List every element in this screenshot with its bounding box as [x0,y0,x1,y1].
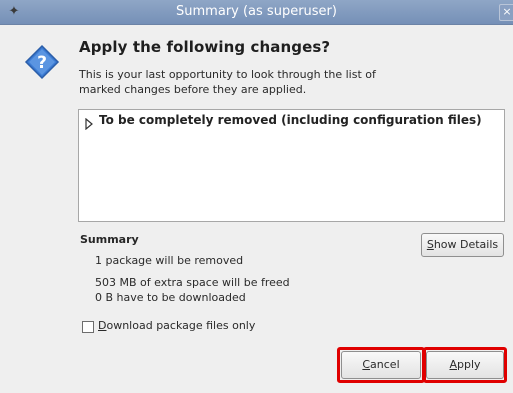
window-title: Summary (as superuser) [176,4,337,19]
summary-line: 1 package will be removed [95,254,244,267]
cancel-highlight-box [337,347,425,383]
download-only-checkbox[interactable] [82,321,94,333]
dialog-headline: Apply the following changes? [79,38,331,56]
close-icon[interactable]: × [499,4,513,21]
summary-line: 0 B have to be downloaded [95,291,246,304]
download-only-label[interactable]: Download package files only [98,319,255,332]
svg-text:?: ? [37,53,47,73]
dialog-description: This is your last opportunity to look th… [79,68,376,96]
apply-highlight-box [423,347,507,383]
summary-line: 503 MB of extra space will be freed [95,276,290,289]
summary-heading: Summary [80,233,139,246]
title-bar[interactable]: ✦ Summary (as superuser) × [0,0,513,25]
expand-arrow-icon[interactable] [84,115,94,131]
question-icon: ? [24,44,60,80]
changes-list[interactable]: To be completely removed (including conf… [78,109,505,222]
removed-packages-group[interactable]: To be completely removed (including conf… [99,113,482,127]
show-details-button[interactable]: Show Details [421,233,504,257]
summary-dialog-window: ✦ Summary (as superuser) × ? Apply the f… [0,0,513,393]
